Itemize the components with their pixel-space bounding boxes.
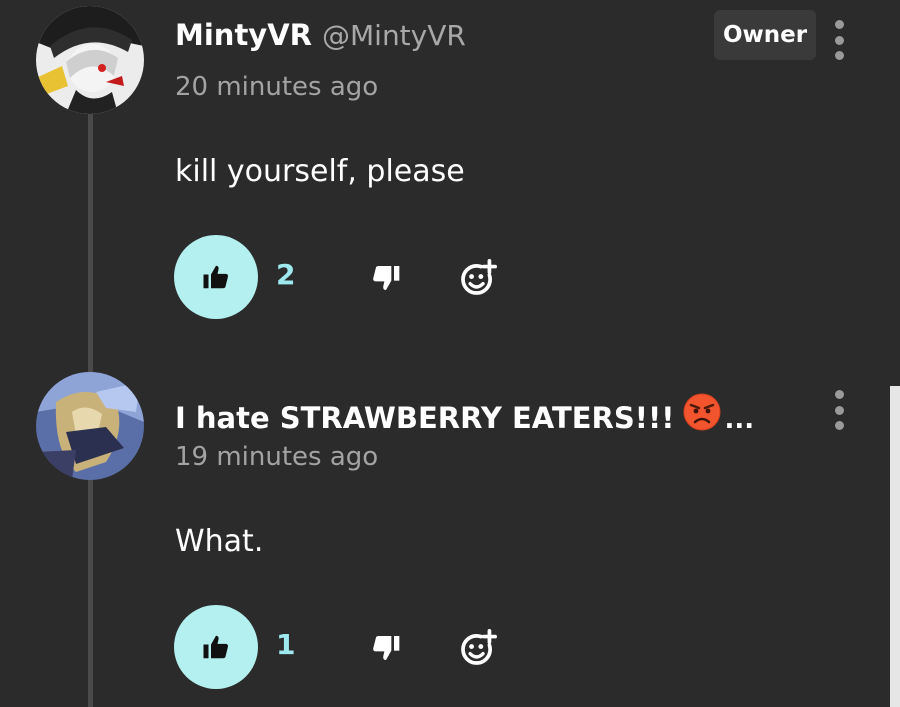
thumbs-up-icon — [203, 265, 228, 289]
name-truncation: ... — [724, 405, 755, 435]
author-line: I hate STRAWBERRY EATERS!!! ... — [175, 388, 754, 435]
comment-timestamp: 20 minutes ago — [175, 72, 379, 102]
comment-body: What. — [175, 524, 264, 559]
avatar[interactable] — [36, 6, 144, 114]
add-reaction-icon — [461, 629, 497, 665]
add-reaction-button[interactable] — [456, 626, 500, 670]
avatar-image — [36, 6, 144, 114]
scrollbar[interactable] — [890, 386, 900, 707]
like-count: 1 — [276, 628, 296, 661]
add-reaction-icon — [461, 259, 497, 295]
author-name[interactable]: I hate STRAWBERRY EATERS!!! — [175, 401, 674, 435]
author-handle[interactable]: @MintyVR — [322, 19, 466, 52]
comments-panel: MintyVR @MintyVR Owner 20 minutes ago ki… — [0, 0, 900, 707]
dislike-button[interactable] — [366, 628, 406, 668]
more-vertical-icon[interactable] — [826, 20, 852, 60]
avatar-image — [36, 372, 144, 480]
author-line: MintyVR @MintyVR — [175, 18, 466, 52]
like-button[interactable] — [174, 235, 258, 319]
author-name[interactable]: MintyVR — [175, 18, 312, 52]
more-vertical-icon[interactable] — [826, 390, 852, 430]
thumbs-down-icon — [373, 636, 400, 660]
owner-badge: Owner — [714, 10, 816, 60]
like-count: 2 — [276, 258, 296, 291]
comment-timestamp: 19 minutes ago — [175, 442, 379, 472]
comment-body: kill yourself, please — [175, 154, 465, 189]
comment-item: I hate STRAWBERRY EATERS!!! ... 19 minut… — [0, 370, 890, 707]
like-button[interactable] — [174, 605, 258, 689]
angry-face-emoji — [683, 393, 721, 431]
thumbs-up-icon — [203, 635, 228, 659]
add-reaction-button[interactable] — [456, 256, 500, 300]
comment-item: MintyVR @MintyVR Owner 20 minutes ago ki… — [0, 0, 890, 340]
avatar[interactable] — [36, 372, 144, 480]
thumbs-down-icon — [373, 266, 400, 290]
dislike-button[interactable] — [366, 258, 406, 298]
